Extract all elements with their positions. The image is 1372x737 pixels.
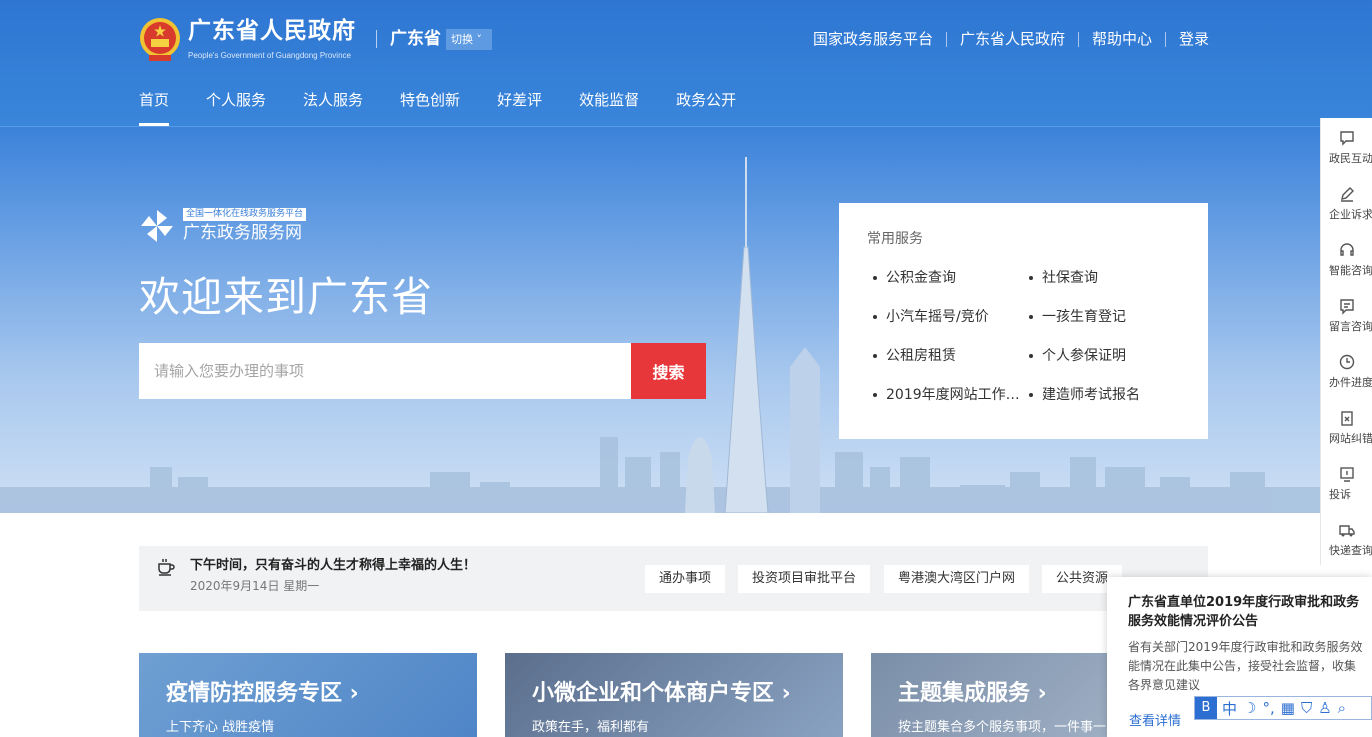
nav-supervision[interactable]: 效能监督 [579, 90, 639, 126]
sidebar-item-message[interactable]: 留言咨询 [1321, 286, 1372, 342]
sidebar-item-label: 网站纠错 [1329, 432, 1372, 445]
sidebar-item-enterprise-appeal[interactable]: 企业诉求 [1321, 174, 1372, 230]
card-subtitle: 按主题集合多个服务事项，一件事一次办 [898, 720, 1133, 735]
ime-mode-toggle[interactable]: 中 [1222, 698, 1237, 719]
sidebar-item-progress[interactable]: 办件进度 [1321, 342, 1372, 398]
card-title: 小微企业和个体商户专区 › [532, 681, 791, 706]
ime-logo-icon[interactable]: B [1195, 697, 1217, 719]
main-nav: 首页 个人服务 法人服务 特色创新 好差评 效能监督 政务公开 [139, 90, 773, 126]
hero-banner: 全国一体化在线政务服务平台 广东政务服务网 欢迎来到广东省 搜索 常用服务 公积… [0, 127, 1320, 513]
link-national-platform[interactable]: 国家政务服务平台 [813, 29, 933, 49]
complaint-icon [1339, 467, 1354, 482]
search-icon[interactable]: ⌕ [1338, 699, 1346, 717]
common-services-list: 公积金查询 社保查询 小汽车摇号/竞价 一孩生育登记 公租房租赁 个人参保证明 … [873, 268, 1193, 405]
card-subtitle: 上下齐心 战胜疫情 [166, 720, 275, 735]
link-divider [945, 31, 947, 47]
common-services-panel: 常用服务 公积金查询 社保查询 小汽车摇号/竞价 一孩生育登记 公租房租赁 个人… [839, 203, 1208, 439]
greeting-text: 下午时间，只有奋斗的人生才称得上幸福的人生！ [190, 558, 477, 573]
notice-body: 省有关部门2019年度行政审批和政务服务效能情况在此集中公告，接受社会监督，收集… [1128, 640, 1363, 692]
link-help-center[interactable]: 帮助中心 [1092, 29, 1152, 49]
sidebar-item-interaction[interactable]: 政民互动 [1321, 118, 1372, 174]
sidebar-item-label: 企业诉求 [1329, 208, 1372, 221]
site-subtitle: People's Government of Guangdong Provinc… [188, 51, 351, 60]
nav-innovation[interactable]: 特色创新 [400, 90, 460, 126]
message-icon [1339, 299, 1354, 315]
service-link[interactable]: 社保查询 [1029, 268, 1185, 288]
card-title: 主题集成服务 › [898, 681, 1047, 706]
quick-link-investment-platform[interactable]: 投资项目审批平台 [738, 565, 871, 593]
site-title[interactable]: 广东省人民政府 [188, 17, 356, 45]
card-title: 疫情防控服务专区 › [166, 681, 359, 706]
nav-personal-services[interactable]: 个人服务 [206, 90, 266, 126]
headset-icon [1339, 243, 1354, 256]
switch-label: 切换 [451, 33, 473, 46]
sidebar-item-complaint[interactable]: 投诉 [1321, 454, 1372, 510]
chevron-down-icon: ˅ [473, 33, 482, 46]
sidebar-item-label: 留言咨询 [1329, 320, 1372, 333]
chevron-right-icon: › [342, 681, 359, 706]
truck-icon [1338, 525, 1355, 537]
notice-title: 广东省直单位2019年度行政审批和政务服务效能情况评价公告 [1128, 595, 1360, 629]
user-icon[interactable]: ♙ [1318, 699, 1331, 717]
sidebar-item-label: 投诉 [1329, 488, 1351, 501]
nav-home[interactable]: 首页 [139, 90, 170, 126]
link-divider [1164, 31, 1166, 47]
platform-name: 广东政务服务网 [183, 223, 302, 243]
floating-sidebar: 政民互动 企业诉求 智能咨询 留言咨询 办件进度 网站纠错 投诉 快递查询 [1320, 118, 1372, 565]
card-subtitle: 政策在手，福利都有 [532, 720, 650, 735]
keyboard-icon[interactable]: ▦ [1281, 699, 1295, 717]
sidebar-item-express[interactable]: 快递查询 [1321, 510, 1372, 566]
pen-icon [1340, 187, 1354, 202]
service-link[interactable]: 一孩生育登记 [1029, 307, 1185, 327]
chevron-right-icon: › [774, 681, 791, 706]
sidebar-item-label: 快递查询 [1329, 544, 1372, 557]
card-small-business[interactable]: 小微企业和个体商户专区 › 政策在手，福利都有 [505, 653, 843, 737]
service-link[interactable]: 小汽车摇号/竞价 [873, 307, 1029, 327]
sidebar-item-error-report[interactable]: 网站纠错 [1321, 398, 1372, 454]
link-divider [1077, 31, 1079, 47]
chat-icon [1339, 131, 1354, 146]
date-text: 2020年9月14日 星期一 [190, 579, 320, 593]
sidebar-item-label: 政民互动 [1329, 152, 1372, 165]
punctuation-icon[interactable]: °, [1262, 699, 1274, 717]
chevron-right-icon: › [1030, 681, 1047, 706]
header-divider [376, 30, 377, 48]
top-links: 国家政务服务平台 广东省人民政府 帮助中心 登录 [813, 29, 1209, 49]
quick-link-greater-bay-area[interactable]: 粤港澳大湾区门户网 [884, 565, 1030, 593]
sidebar-item-label: 办件进度 [1329, 376, 1372, 389]
moon-icon[interactable]: ☽ [1243, 699, 1256, 717]
clock-icon [1339, 354, 1354, 370]
service-link[interactable]: 建造师考试报名 [1029, 385, 1185, 405]
coffee-cup-icon [158, 559, 175, 576]
login-link[interactable]: 登录 [1179, 29, 1209, 49]
sidebar-item-smart-consult[interactable]: 智能咨询 [1321, 230, 1372, 286]
nav-rating[interactable]: 好差评 [497, 90, 542, 126]
welcome-heading: 欢迎来到广东省 [139, 273, 433, 321]
service-link[interactable]: 公租房租赁 [873, 346, 1029, 366]
ime-toolbar[interactable]: B 中 ☽ °, ▦ ⛉ ♙ ⌕ [1194, 696, 1372, 720]
platform-tag: 全国一体化在线政务服务平台 [183, 208, 307, 221]
clipboard-x-icon [1340, 411, 1353, 426]
service-link[interactable]: 个人参保证明 [1029, 346, 1185, 366]
common-services-title: 常用服务 [867, 231, 923, 247]
nav-public-affairs[interactable]: 政务公开 [676, 90, 736, 126]
quick-link-universal-matters[interactable]: 通办事项 [645, 565, 726, 593]
windmill-logo-icon [141, 210, 173, 242]
service-link[interactable]: 公积金查询 [873, 268, 1029, 288]
region-switch-button[interactable]: 切换 ˅ [446, 29, 492, 50]
search-input[interactable] [139, 343, 631, 399]
card-epidemic[interactable]: 疫情防控服务专区 › 上下齐心 战胜疫情 [139, 653, 477, 737]
national-emblem-icon[interactable] [139, 17, 181, 63]
search-button[interactable]: 搜索 [631, 343, 706, 399]
region-label: 广东省 [390, 29, 441, 49]
service-link[interactable]: 2019年度网站工作年度报表 [873, 385, 1029, 405]
shirt-icon[interactable]: ⛉ [1301, 699, 1312, 717]
nav-corporate-services[interactable]: 法人服务 [303, 90, 363, 126]
notice-detail-link[interactable]: 查看详情 [1129, 710, 1181, 729]
site-header: 广东省人民政府 People's Government of Guangdong… [0, 0, 1372, 127]
link-provincial-government[interactable]: 广东省人民政府 [960, 29, 1065, 49]
sidebar-item-label: 智能咨询 [1329, 264, 1372, 277]
